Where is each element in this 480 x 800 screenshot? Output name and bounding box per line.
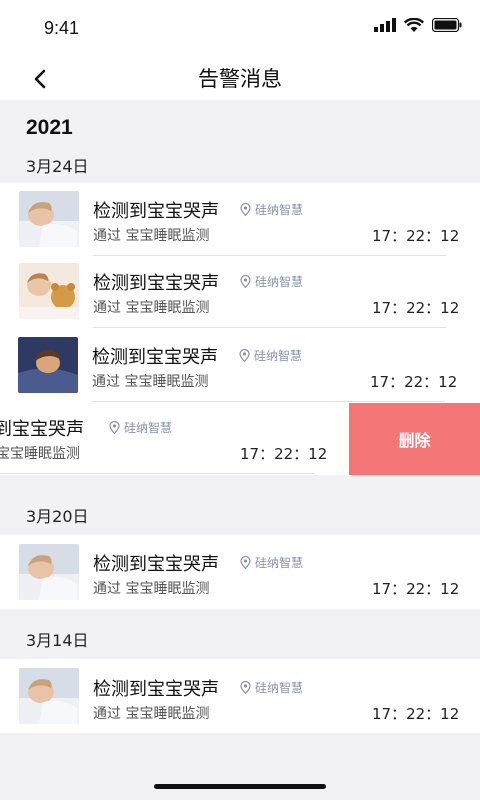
- location-pin-icon: [239, 349, 250, 362]
- message-source: 通过 宝宝睡眠监测: [93, 706, 210, 722]
- status-time: 9:41: [44, 18, 80, 38]
- message-title: 检测到宝宝哭声: [93, 273, 219, 294]
- source-tag-label: 硅纳智慧: [255, 681, 304, 695]
- baby-with-teddy-thumbnail: [19, 263, 79, 319]
- message-title: 到宝宝哭声: [0, 419, 84, 440]
- message-time: 17：22：12: [372, 705, 460, 723]
- message-time: 17：22：12: [370, 373, 458, 391]
- baby-sleeping-thumbnail: [19, 544, 79, 600]
- home-indicator: [154, 784, 326, 789]
- page-title: 告警消息: [198, 67, 282, 91]
- source-tag-label: 硅纳智慧: [255, 556, 304, 570]
- message-source: 通过 宝宝睡眠监测: [93, 228, 210, 244]
- location-pin-icon: [240, 556, 251, 569]
- message-time: 17：22：12: [372, 227, 460, 245]
- message-item[interactable]: 检测到宝宝哭声 硅纳智慧 通过 宝宝睡眠监测 17：22：12: [0, 659, 480, 733]
- divider: [0, 473, 314, 474]
- location-pin-icon: [240, 275, 251, 288]
- message-title: 检测到宝宝哭声: [93, 679, 219, 700]
- message-source: 通过 宝宝睡眠监测: [92, 374, 209, 390]
- message-group: 检测到宝宝哭声 硅纳智慧 通过 宝宝睡眠监测 17：22：12: [0, 659, 480, 733]
- message-source: 通过 宝宝睡眠监测: [93, 300, 210, 316]
- divider: [92, 401, 445, 402]
- source-tag: 硅纳智慧: [109, 419, 172, 436]
- message-item[interactable]: 检测到宝宝哭声 硅纳智慧 通过 宝宝睡眠监测 17：22：12: [0, 329, 480, 403]
- message-item[interactable]: 检测到宝宝哭声 硅纳智慧 通过 宝宝睡眠监测 17：22：12: [0, 255, 480, 329]
- message-title: 检测到宝宝哭声: [93, 554, 219, 575]
- message-source: 宝宝睡眠监测: [0, 446, 80, 462]
- child-sleeping-dark-thumbnail: [18, 337, 78, 393]
- message-source: 通过 宝宝睡眠监测: [93, 581, 210, 597]
- delete-button[interactable]: 删除: [349, 403, 480, 475]
- message-item[interactable]: 检测到宝宝哭声 硅纳智慧 通过 宝宝睡眠监测 17：22：12: [0, 535, 480, 609]
- status-bar: 9:41: [0, 0, 480, 58]
- message-title: 检测到宝宝哭声: [93, 201, 219, 222]
- location-pin-icon: [240, 681, 251, 694]
- source-tag-label: 硅纳智慧: [124, 421, 173, 435]
- source-tag: 硅纳智慧: [240, 273, 303, 290]
- message-time: 17：22：12: [372, 299, 460, 317]
- date-label: 3月14日: [26, 631, 89, 650]
- message-time: 17：22：12: [240, 445, 328, 463]
- baby-sleeping-thumbnail: [19, 191, 79, 247]
- status-icons: [374, 18, 462, 32]
- source-tag: 硅纳智慧: [240, 554, 303, 571]
- message-title: 检测到宝宝哭声: [92, 347, 218, 368]
- nav-bar: 告警消息: [0, 58, 480, 100]
- source-tag-label: 硅纳智慧: [255, 275, 304, 289]
- message-group: 检测到宝宝哭声 硅纳智慧 通过 宝宝睡眠监测 17：22：12: [0, 535, 480, 609]
- source-tag-label: 硅纳智慧: [254, 349, 303, 363]
- source-tag: 硅纳智慧: [239, 347, 302, 364]
- message-time: 17：22：12: [372, 580, 460, 598]
- wifi-icon: [404, 18, 424, 32]
- battery-icon: [432, 18, 462, 32]
- baby-sleeping-thumbnail: [19, 668, 79, 724]
- year-heading: 2021: [26, 116, 73, 139]
- date-label: 3月20日: [26, 507, 89, 526]
- signal-icon: [374, 18, 396, 32]
- source-tag: 硅纳智慧: [240, 201, 303, 218]
- divider: [93, 327, 446, 328]
- source-tag: 硅纳智慧: [240, 679, 303, 696]
- message-item[interactable]: 检测到宝宝哭声 硅纳智慧 通过 宝宝睡眠监测 17：22：12: [0, 183, 480, 257]
- date-label: 3月24日: [26, 157, 89, 176]
- location-pin-icon: [109, 421, 120, 434]
- location-pin-icon: [240, 203, 251, 216]
- source-tag-label: 硅纳智慧: [255, 203, 304, 217]
